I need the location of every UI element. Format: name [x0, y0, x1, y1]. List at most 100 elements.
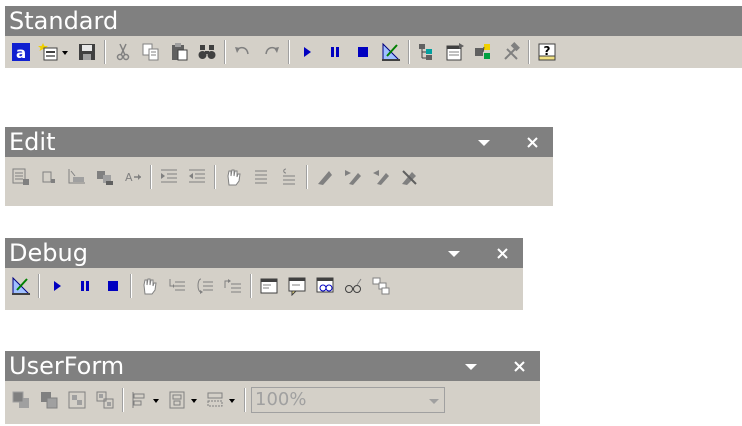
binoculars-icon	[198, 45, 216, 59]
dropdown-arrow-icon	[448, 251, 460, 257]
run-button[interactable]	[45, 273, 69, 299]
properties-window-button[interactable]	[443, 39, 467, 65]
list-constants-icon	[42, 171, 55, 183]
undo-button[interactable]	[231, 39, 255, 65]
watch-window-icon	[316, 277, 334, 293]
step-into-icon	[169, 279, 185, 291]
cut-button[interactable]	[111, 39, 135, 65]
toolbox-button[interactable]	[499, 39, 523, 65]
center-horizontally-icon	[169, 391, 197, 409]
redo-button[interactable]	[259, 39, 283, 65]
separator	[528, 40, 530, 64]
complete-word-button[interactable]: A	[121, 164, 145, 190]
undo-arrow-icon	[235, 46, 249, 55]
zoom-value: 100%	[255, 389, 307, 410]
outdent-icon	[189, 169, 205, 183]
close-toolbar-button[interactable]	[521, 127, 545, 157]
break-button[interactable]	[73, 273, 97, 299]
close-icon	[497, 248, 508, 259]
quick-info-button[interactable]	[65, 164, 89, 190]
insert-userform-button[interactable]	[37, 39, 71, 65]
quick-watch-button[interactable]	[341, 273, 365, 299]
clear-all-bookmarks-button[interactable]	[397, 164, 421, 190]
design-mode-button[interactable]	[379, 39, 403, 65]
step-out-button[interactable]	[221, 273, 245, 299]
ungroup-icon	[96, 391, 114, 409]
separator	[38, 274, 40, 298]
object-browser-button[interactable]	[471, 39, 495, 65]
outdent-button[interactable]	[185, 164, 209, 190]
step-over-button[interactable]	[193, 273, 217, 299]
paste-button[interactable]	[167, 39, 191, 65]
group-button[interactable]	[65, 387, 89, 413]
help-question-icon: ?	[538, 43, 556, 61]
debug-toolbar-title[interactable]: Debug	[5, 238, 523, 268]
design-mode-button[interactable]	[9, 273, 33, 299]
send-to-back-button[interactable]	[37, 387, 61, 413]
toolbar-options-button[interactable]	[460, 351, 482, 381]
bring-to-front-button[interactable]	[9, 387, 33, 413]
bring-to-front-icon	[12, 391, 29, 408]
separator	[288, 40, 290, 64]
view-application-button[interactable]: a	[9, 39, 33, 65]
zoom-combo[interactable]: 100%	[251, 387, 445, 413]
ungroup-button[interactable]	[93, 387, 117, 413]
project-explorer-button[interactable]	[415, 39, 439, 65]
run-button[interactable]	[295, 39, 319, 65]
play-icon	[304, 47, 311, 57]
stop-icon	[358, 47, 368, 57]
svg-text:?: ?	[544, 44, 551, 58]
make-same-size-button[interactable]	[205, 387, 239, 413]
copy-button[interactable]	[139, 39, 163, 65]
previous-bookmark-button[interactable]	[369, 164, 393, 190]
call-stack-button[interactable]	[369, 273, 393, 299]
parameter-info-button[interactable]	[93, 164, 117, 190]
userform-toolbar-title-text: UserForm	[9, 352, 125, 380]
userform-toolbar-title[interactable]: UserForm	[5, 351, 540, 381]
quick-info-icon	[68, 169, 85, 184]
step-into-button[interactable]	[165, 273, 189, 299]
find-button[interactable]	[195, 39, 219, 65]
separator	[244, 388, 246, 412]
close-toolbar-button[interactable]	[491, 238, 515, 268]
close-icon	[514, 361, 525, 372]
step-over-icon	[197, 278, 213, 294]
center-button[interactable]	[167, 387, 201, 413]
list-properties-methods-button[interactable]	[9, 164, 33, 190]
immediate-window-button[interactable]	[285, 273, 309, 299]
standard-toolbar-buttons: a ?	[5, 36, 742, 68]
close-toolbar-button[interactable]	[508, 351, 532, 381]
scissors-icon	[116, 43, 130, 61]
toggle-breakpoint-button[interactable]	[137, 273, 161, 299]
comment-block-button[interactable]	[249, 164, 273, 190]
reset-button[interactable]	[101, 273, 125, 299]
design-mode-icon	[12, 276, 31, 295]
align-button[interactable]	[129, 387, 163, 413]
redo-arrow-icon	[265, 46, 279, 55]
toolbar-options-button[interactable]	[473, 127, 495, 157]
align-left-icon	[132, 392, 159, 408]
reset-button[interactable]	[351, 39, 375, 65]
save-button[interactable]	[75, 39, 99, 65]
toggle-bookmark-button[interactable]	[313, 164, 337, 190]
edit-toolbar-title-text: Edit	[9, 128, 56, 156]
previous-bookmark-icon	[373, 170, 389, 185]
make-same-width-icon	[207, 392, 235, 407]
locals-window-button[interactable]	[257, 273, 281, 299]
next-bookmark-button[interactable]	[341, 164, 365, 190]
uncomment-block-button[interactable]	[277, 164, 301, 190]
dropdown-arrow-icon	[465, 364, 477, 370]
toolbar-options-button[interactable]	[443, 238, 465, 268]
debug-toolbar-title-text: Debug	[9, 239, 88, 267]
watch-window-button[interactable]	[313, 273, 337, 299]
toggle-breakpoint-button[interactable]	[221, 164, 245, 190]
list-properties-icon	[12, 168, 29, 185]
help-button[interactable]: ?	[535, 39, 559, 65]
indent-button[interactable]	[157, 164, 181, 190]
break-button[interactable]	[323, 39, 347, 65]
next-bookmark-icon	[345, 170, 361, 185]
list-constants-button[interactable]	[37, 164, 61, 190]
standard-toolbar-title[interactable]: Standard	[5, 6, 742, 36]
edit-toolbar-title[interactable]: Edit	[5, 127, 553, 157]
object-browser-icon	[475, 44, 490, 59]
